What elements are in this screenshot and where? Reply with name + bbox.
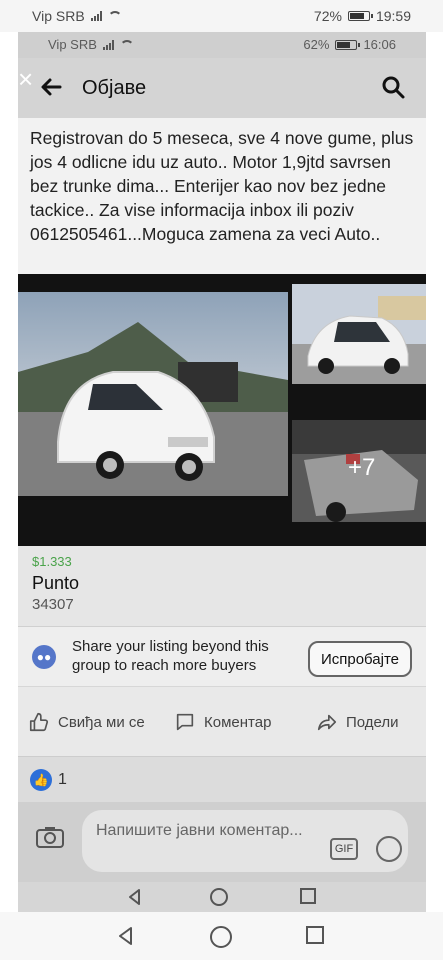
listing-price: $1.333 [32,554,72,569]
photo-grid: +7 [18,274,426,546]
clock: 19:59 [375,8,411,24]
arrow-left-icon[interactable] [38,74,64,100]
inner-nav-home-icon[interactable] [210,888,228,906]
gif-icon[interactable]: GIF [330,838,358,860]
inner-signal-icon [102,39,114,50]
screenshot-frame: Vip SRB 62% 16:06 × Објаве Registrovan d… [18,32,426,912]
outer-status-left: Vip SRB [32,8,122,24]
listing-details: $1.333 Punto 34307 [18,546,426,626]
battery-icon [347,11,373,21]
post-actions: Свиђа ми се Коментар Подели [18,686,426,756]
inner-battery-icon [335,39,361,50]
share-label: Подели [346,713,399,731]
group-icon: ●● [32,645,56,669]
reaction-count: 1 [58,771,67,788]
try-button[interactable]: Испробајте [308,641,412,677]
outer-status-bar: Vip SRB 72% 19:59 [0,0,443,32]
inner-nav-back-icon[interactable] [126,888,144,906]
close-icon[interactable]: × [18,66,40,92]
thumbs-up-icon [29,712,49,732]
like-button[interactable]: Свиђа ми се [28,711,145,733]
photo-main[interactable] [18,292,288,496]
inner-status-bar: Vip SRB 62% 16:06 [18,32,426,58]
photo-thumb-1[interactable] [292,284,426,384]
carrier-label: Vip SRB [32,8,85,24]
like-label: Свиђа ми се [58,713,145,731]
camera-icon[interactable] [36,826,64,848]
listing-title: Punto [32,573,80,593]
reactions-bar[interactable]: 👍 1 [18,756,426,802]
inner-status-right: 62% 16:06 [303,37,396,52]
outer-nav-bar [0,912,443,960]
comment-composer: Напишите јавни коментар... GIF [18,802,426,882]
post-description: Registrovan do 5 meseca, sve 4 nove gume… [18,118,426,274]
app-header: × Објаве [18,58,426,118]
battery-percent: 72% [313,8,342,24]
comment-label: Коментар [204,713,272,731]
inner-battery-percent: 62% [303,37,330,52]
wifi-icon [107,11,122,21]
page-title: Објаве [82,77,147,99]
share-listing-card: ●● Share your listing beyond this group … [18,626,426,686]
inner-wifi-icon [119,39,134,50]
listing-subtitle: 34307 [32,596,74,613]
emoji-icon[interactable] [376,836,402,862]
comment-input[interactable]: Напишите јавни коментар... [82,810,408,872]
search-icon[interactable] [380,74,406,100]
nav-recents-icon[interactable] [306,926,324,944]
inner-clock: 16:06 [363,37,396,52]
like-reaction-icon: 👍 [30,769,52,791]
outer-status-right: 72% 19:59 [314,8,411,24]
nav-home-icon[interactable] [210,926,232,948]
car-photo-thumb-1 [292,284,426,384]
more-photos-count[interactable]: +7 [348,454,375,482]
share-listing-text: Share your listing beyond this group to … [72,638,269,674]
comment-button[interactable]: Коментар [174,711,271,733]
car-photo-main [18,292,288,496]
share-button[interactable]: Подели [316,711,399,733]
inner-status-left: Vip SRB [48,37,134,52]
nav-back-icon[interactable] [116,926,136,946]
signal-icon [90,11,102,21]
inner-carrier-label: Vip SRB [48,37,97,52]
inner-nav-recents-icon[interactable] [300,888,316,904]
comment-icon [176,713,194,731]
share-arrow-icon [317,714,337,731]
inner-nav-bar [18,882,426,912]
